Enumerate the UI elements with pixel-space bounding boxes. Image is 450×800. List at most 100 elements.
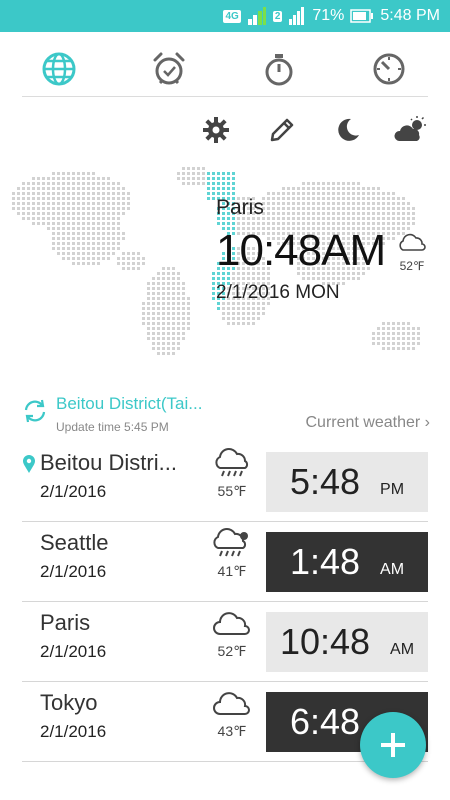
map-dot (107, 257, 110, 260)
map-dot (107, 232, 110, 235)
map-dot (177, 277, 180, 280)
map-dot (62, 217, 65, 220)
map-dot (282, 212, 285, 215)
map-dot (367, 197, 370, 200)
map-dot (302, 182, 305, 185)
map-dot (397, 322, 400, 325)
map-dot (292, 192, 295, 195)
add-city-button[interactable] (360, 712, 426, 778)
map-dot (32, 202, 35, 205)
tab-stopwatch[interactable] (256, 46, 302, 92)
city-row[interactable]: Seattle 2/1/2016 41℉ 1:48 AM (22, 524, 428, 602)
refresh-icon[interactable] (22, 398, 48, 424)
weather-button[interactable] (392, 112, 428, 148)
featured-time-ampm: AM (321, 226, 386, 275)
map-dot (92, 222, 95, 225)
map-dot (247, 222, 250, 225)
city-name: Seattle (40, 530, 109, 555)
map-dot (87, 192, 90, 195)
map-dot (147, 292, 150, 295)
map-dot (42, 197, 45, 200)
map-dot (162, 322, 165, 325)
map-dot (107, 197, 110, 200)
current-location-row[interactable]: Beitou District(Tai... Update time 5:45 … (22, 392, 432, 436)
map-dot (282, 207, 285, 210)
map-dot (127, 202, 130, 205)
map-daylight-dot (222, 277, 225, 280)
map-dot (147, 312, 150, 315)
tab-world-clock[interactable] (36, 46, 82, 92)
map-dot (32, 222, 35, 225)
map-daylight-dot (222, 182, 225, 185)
map-dot (352, 202, 355, 205)
map-dot (372, 202, 375, 205)
rain-icon (215, 448, 249, 477)
map-dot (67, 207, 70, 210)
map-dot (287, 222, 290, 225)
map-dot (312, 197, 315, 200)
featured-city-name: Paris (216, 196, 264, 219)
featured-date: 2/1/2016 MON (216, 282, 340, 303)
map-dot (332, 217, 335, 220)
map-dot (307, 192, 310, 195)
map-daylight-dot (217, 172, 220, 175)
map-dot (287, 192, 290, 195)
map-dot (137, 252, 140, 255)
map-dot (122, 267, 125, 270)
map-dot (72, 252, 75, 255)
map-dot (277, 217, 280, 220)
map-dot (92, 197, 95, 200)
map-dot (402, 347, 405, 350)
map-dot (167, 292, 170, 295)
map-dot (117, 187, 120, 190)
cloud-icon (213, 692, 250, 715)
map-dot (397, 207, 400, 210)
map-dot (62, 247, 65, 250)
map-dot (182, 287, 185, 290)
map-dot (332, 212, 335, 215)
city-row[interactable]: Beitou Distri... 2/1/2016 55℉ 5:48 PM (22, 444, 428, 522)
map-dot (257, 277, 260, 280)
map-dot (277, 202, 280, 205)
map-dot (92, 252, 95, 255)
map-dot (72, 212, 75, 215)
city-row[interactable]: Paris 2/1/2016 52℉ 10:48 AM (22, 604, 428, 682)
map-dot (372, 217, 375, 220)
map-dot (357, 182, 360, 185)
map-dot (107, 177, 110, 180)
settings-button[interactable] (198, 112, 234, 148)
map-dot (392, 327, 395, 330)
current-weather-link[interactable]: Current weather › (306, 414, 431, 432)
map-daylight-dot (217, 192, 220, 195)
city-weather: 41℉ (210, 528, 254, 580)
map-daylight-dot (222, 177, 225, 180)
rain-sun-icon (213, 528, 248, 557)
map-dot (342, 192, 345, 195)
map-dot (27, 187, 30, 190)
map-dot (402, 212, 405, 215)
map-dot (87, 202, 90, 205)
edit-button[interactable] (264, 112, 300, 148)
map-dot (17, 192, 20, 195)
map-dot (332, 192, 335, 195)
map-dot (157, 297, 160, 300)
map-dot (372, 192, 375, 195)
tab-timer[interactable] (366, 46, 412, 92)
map-dot (392, 347, 395, 350)
map-dot (197, 172, 200, 175)
map-dot (387, 347, 390, 350)
clock-ampm: AM (380, 561, 405, 578)
city-temp: 41℉ (217, 563, 247, 579)
map-dot (287, 202, 290, 205)
map-dot (47, 207, 50, 210)
map-dot (352, 217, 355, 220)
map-dot (287, 207, 290, 210)
map-dot (97, 192, 100, 195)
map-dot (57, 242, 60, 245)
featured-temp: 52℉ (399, 259, 425, 273)
tab-alarm[interactable] (146, 46, 192, 92)
map-dot (372, 197, 375, 200)
map-dot (22, 202, 25, 205)
map-dot (402, 342, 405, 345)
night-mode-button[interactable] (330, 112, 366, 148)
